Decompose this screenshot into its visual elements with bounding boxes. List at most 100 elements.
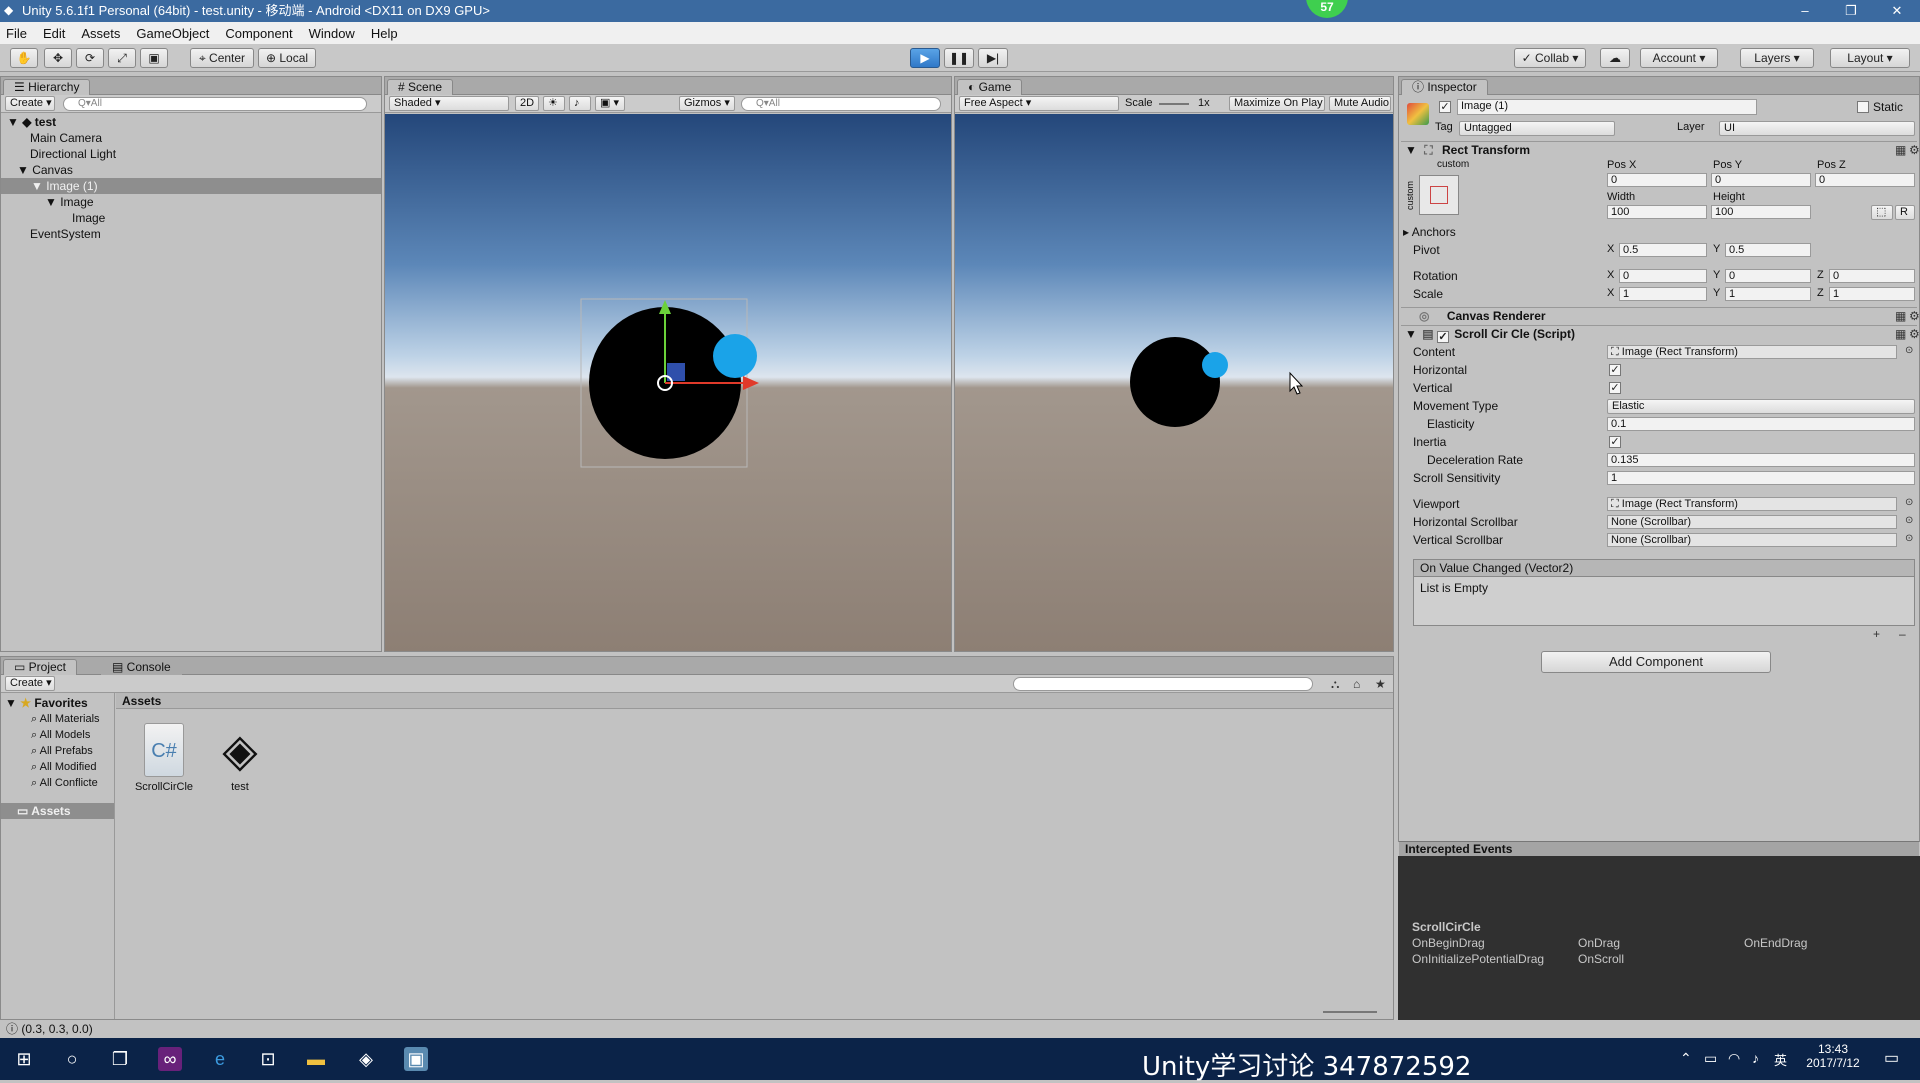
menu-gameobject[interactable]: GameObject xyxy=(136,26,209,41)
tag-dropdown[interactable]: Untagged xyxy=(1459,121,1615,136)
favorite-item[interactable]: ⌕ All Materials xyxy=(1,711,114,727)
script-enabled-checkbox[interactable]: ✓ xyxy=(1436,331,1449,343)
file-explorer-icon[interactable]: ▬ xyxy=(304,1047,328,1071)
hierarchy-search-input[interactable]: Q▾All xyxy=(63,97,367,111)
remove-event-button[interactable]: – xyxy=(1899,627,1906,641)
rect-transform-header[interactable]: ▼ ⛶ Rect Transform xyxy=(1401,141,1917,158)
tab-scene[interactable]: # Scene xyxy=(387,79,454,95)
game-viewport[interactable] xyxy=(955,114,1393,651)
tab-hierarchy[interactable]: ☰ Hierarchy xyxy=(3,79,91,95)
tab-inspector[interactable]: ⓘ Inspector xyxy=(1401,79,1488,95)
gear-icon[interactable]: ⚙ xyxy=(1909,143,1920,157)
object-picker-icon[interactable]: ⊙ xyxy=(1905,515,1913,526)
scale-x-field[interactable]: 1 xyxy=(1619,287,1707,301)
tree-item[interactable]: EventSystem xyxy=(1,226,381,242)
menu-edit[interactable]: Edit xyxy=(43,26,65,41)
scale-tool-button[interactable]: ⤢ xyxy=(108,48,136,68)
viewport-field[interactable]: ⛶ Image (Rect Transform) xyxy=(1607,497,1897,511)
mute-audio-toggle[interactable]: Mute Audio xyxy=(1329,96,1391,111)
hierarchy-create-dropdown[interactable]: Create ▾ xyxy=(5,96,55,111)
active-checkbox[interactable]: ✓ xyxy=(1439,101,1451,113)
menu-assets[interactable]: Assets xyxy=(81,26,120,41)
script-header[interactable]: ▼ ▤ ✓ Scroll Cir Cle (Script) xyxy=(1401,325,1917,343)
static-checkbox[interactable] xyxy=(1857,101,1869,113)
menu-file[interactable]: File xyxy=(6,26,27,41)
edge-icon[interactable]: e xyxy=(208,1047,232,1071)
scene-root[interactable]: ▼ ◆ test xyxy=(1,114,381,130)
unity-icon[interactable]: ◈ xyxy=(354,1047,378,1071)
rot-y-field[interactable]: 0 xyxy=(1725,269,1811,283)
canvas-renderer-header[interactable]: ◎ Canvas Renderer xyxy=(1401,307,1917,324)
inertia-checkbox[interactable]: ✓ xyxy=(1609,436,1621,448)
width-field[interactable]: 100 xyxy=(1607,205,1707,219)
asset-script[interactable]: C# ScrollCirCle xyxy=(129,723,199,793)
tab-project[interactable]: ▭ Project xyxy=(3,659,78,675)
horizontal-scrollbar-field[interactable]: None (Scrollbar) xyxy=(1607,515,1897,529)
intercepted-events-header[interactable]: Intercepted Events xyxy=(1399,841,1919,857)
star-icon[interactable]: ★ xyxy=(1375,677,1386,691)
windows-start-icon[interactable]: ⊞ xyxy=(12,1047,36,1071)
move-tool-button[interactable]: ✥ xyxy=(44,48,72,68)
favorite-item[interactable]: ⌕ All Conflicte xyxy=(1,775,114,791)
rect-tool-button[interactable]: ▣ xyxy=(140,48,168,68)
step-button[interactable]: ▶| xyxy=(978,48,1008,68)
ime-indicator[interactable]: 英 xyxy=(1774,1050,1787,1069)
assets-breadcrumb[interactable]: Assets xyxy=(116,693,1393,709)
content-field[interactable]: ⛶ Image (Rect Transform) xyxy=(1607,345,1897,359)
object-name-field[interactable]: Image (1) xyxy=(1457,99,1757,115)
vertical-scrollbar-field[interactable]: None (Scrollbar) xyxy=(1607,533,1897,547)
menu-help[interactable]: Help xyxy=(371,26,398,41)
account-dropdown[interactable]: Account ▾ xyxy=(1640,48,1718,68)
pivot-y-field[interactable]: 0.5 xyxy=(1725,243,1811,257)
tab-console[interactable]: ▤ Console xyxy=(101,659,182,675)
asset-scene[interactable]: ◈ test xyxy=(205,723,275,793)
hand-tool-button[interactable]: ✋ xyxy=(10,48,38,68)
app-icon[interactable]: ▣ xyxy=(404,1047,428,1071)
filter-type-icon[interactable]: ⛬ xyxy=(1331,677,1339,692)
add-event-button[interactable]: + xyxy=(1873,627,1880,641)
visual-studio-icon[interactable]: ∞ xyxy=(158,1047,182,1071)
tree-item[interactable]: ▼ Image xyxy=(1,194,381,210)
icon-size-slider[interactable] xyxy=(1323,1011,1377,1013)
minimize-button[interactable]: – xyxy=(1782,0,1828,22)
movement-type-dropdown[interactable]: Elastic xyxy=(1607,399,1915,414)
effects-dropdown[interactable]: ▣ ▾ xyxy=(595,96,625,111)
scene-search-input[interactable]: Q▾All xyxy=(741,97,941,111)
scale-z-field[interactable]: 1 xyxy=(1829,287,1915,301)
posz-field[interactable]: 0 xyxy=(1815,173,1915,187)
gizmos-dropdown[interactable]: Gizmos ▾ xyxy=(679,96,735,111)
assets-root[interactable]: ▭ Assets xyxy=(1,803,114,819)
scene-viewport[interactable] xyxy=(385,114,951,651)
gear-icon[interactable]: ⚙ xyxy=(1909,327,1920,341)
anchor-preset-button[interactable] xyxy=(1419,175,1459,215)
help-icon[interactable]: ▦ xyxy=(1895,143,1906,157)
object-picker-icon[interactable]: ⊙ xyxy=(1905,533,1913,544)
gear-icon[interactable]: ⚙ xyxy=(1909,309,1920,323)
close-button[interactable]: ✕ xyxy=(1874,0,1920,22)
layer-dropdown[interactable]: UI xyxy=(1719,121,1915,136)
play-button[interactable]: ▶ xyxy=(910,48,940,68)
elasticity-field[interactable]: 0.1 xyxy=(1607,417,1915,431)
layout-dropdown[interactable]: Layout ▾ xyxy=(1830,48,1910,68)
tree-item[interactable]: Main Camera xyxy=(1,130,381,146)
project-search-input[interactable] xyxy=(1013,677,1313,691)
posy-field[interactable]: 0 xyxy=(1711,173,1811,187)
tree-item[interactable]: Directional Light xyxy=(1,146,381,162)
menu-component[interactable]: Component xyxy=(225,26,292,41)
help-icon[interactable]: ▦ xyxy=(1895,327,1906,341)
tree-item-selected[interactable]: ▼ Image (1) xyxy=(1,178,381,194)
tree-item[interactable]: Image xyxy=(1,210,381,226)
favorite-item[interactable]: ⌕ All Modified xyxy=(1,759,114,775)
rot-z-field[interactable]: 0 xyxy=(1829,269,1915,283)
2d-toggle[interactable]: 2D xyxy=(515,96,539,111)
blueprint-mode-button[interactable]: ⬚ xyxy=(1871,205,1893,220)
deceleration-rate-field[interactable]: 0.135 xyxy=(1607,453,1915,467)
scroll-sensitivity-field[interactable]: 1 xyxy=(1607,471,1915,485)
scale-slider[interactable] xyxy=(1159,103,1189,105)
object-picker-icon[interactable]: ⊙ xyxy=(1905,345,1913,356)
pivot-center-button[interactable]: ⌖ Center xyxy=(190,48,254,68)
collab-button[interactable]: ✓ Collab ▾ xyxy=(1514,48,1586,68)
favorites-root[interactable]: ▼ ★ Favorites xyxy=(1,695,114,711)
raw-edit-button[interactable]: R xyxy=(1895,205,1915,220)
aspect-dropdown[interactable]: Free Aspect ▾ xyxy=(959,96,1119,111)
